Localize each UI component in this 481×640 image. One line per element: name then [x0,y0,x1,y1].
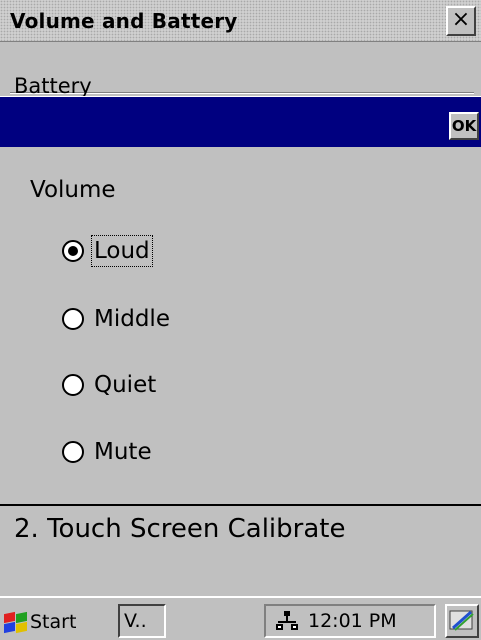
radio-middle[interactable]: Middle [62,302,172,336]
start-button[interactable]: Start [2,606,76,638]
radio-button-mute[interactable] [62,441,84,463]
radio-label-quiet[interactable]: Quiet [92,370,158,400]
radio-label-middle[interactable]: Middle [92,304,172,334]
dialog-title-bar: OK [0,97,481,147]
network-icon[interactable] [276,611,298,631]
close-button[interactable]: × [446,6,476,36]
system-tray: 12:01 PM [264,604,436,638]
radio-label-mute[interactable]: Mute [92,437,154,467]
desktop-shortcut-icon [449,610,474,631]
radio-button-quiet[interactable] [62,374,84,396]
windows-logo-icon [2,611,28,634]
radio-button-middle[interactable] [62,308,84,330]
battery-group-label: Battery [14,74,92,98]
calibrate-item: 2. Touch Screen Calibrate [0,506,481,596]
clock[interactable]: 12:01 PM [308,610,397,632]
window-title-bar: Volume and Battery × [0,0,481,42]
volume-label: Volume [30,177,116,203]
radio-quiet[interactable]: Quiet [62,368,158,402]
radio-label-loud[interactable]: Loud [91,235,153,267]
radio-mute[interactable]: Mute [62,435,154,469]
start-label: Start [30,611,77,633]
battery-group: Battery [0,42,481,98]
radio-loud[interactable]: Loud [62,234,153,268]
radio-button-loud[interactable] [62,240,84,262]
taskbar: Start V.. 12:01 PM [0,596,481,640]
desktop-icon[interactable] [445,604,479,638]
calibrate-text: 2. Touch Screen Calibrate [14,514,346,544]
ok-button[interactable]: OK [449,112,479,140]
window-title: Volume and Battery [10,9,238,33]
taskbar-app-button[interactable]: V.. [118,604,166,638]
volume-dialog: OK Volume Loud Middle Quiet Mute [0,96,481,506]
